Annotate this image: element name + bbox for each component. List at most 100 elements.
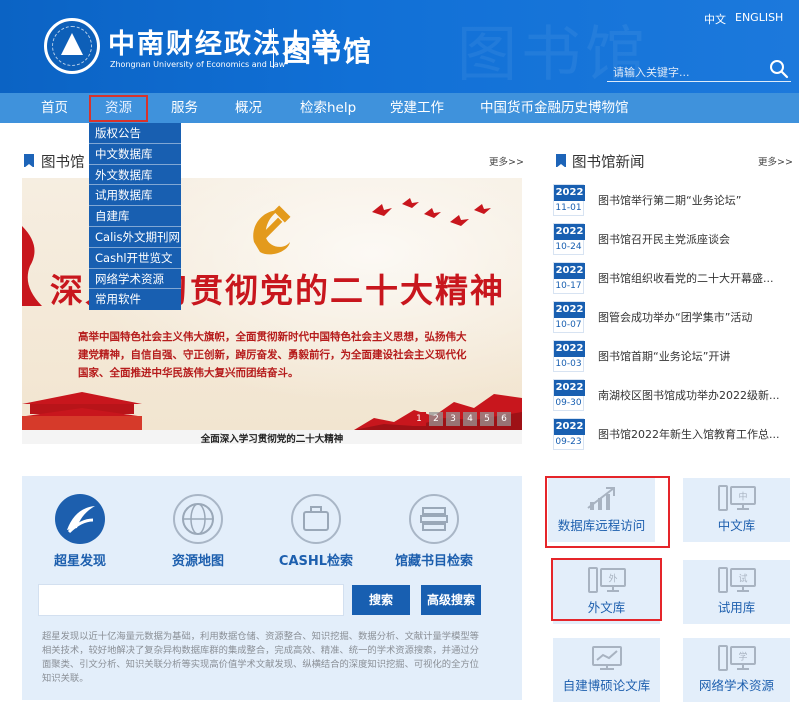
header-search (607, 60, 791, 82)
search-icon[interactable] (769, 58, 789, 80)
bookmark-icon (556, 154, 566, 168)
dropdown-item-software[interactable]: 常用软件 (89, 289, 181, 310)
news-year: 2022 (554, 419, 585, 435)
nav-item-museum[interactable]: 中国货币金融历史博物馆 (480, 93, 629, 123)
university-name-en: Zhongnan University of Economics and Law (110, 60, 286, 69)
dropdown-item-copyright[interactable]: 版权公告 (89, 123, 181, 144)
news-date: 2022 09-30 (553, 379, 585, 411)
tile-chinese-db[interactable]: 中 中文库 (683, 478, 790, 542)
computer-icon: 学 (717, 645, 756, 671)
nav-item-home[interactable]: 首页 (41, 93, 68, 123)
slide-caption[interactable]: 全面深入学习贯彻党的二十大精神 (22, 431, 522, 445)
tool-label: CASHL检索 (278, 554, 354, 569)
tile-label: 中文库 (717, 518, 756, 533)
news-month-day: 10-17 (555, 281, 582, 291)
news-title[interactable]: 图书馆举行第二期“业务论坛” (598, 192, 798, 208)
news-item[interactable]: 2022 11-01 图书馆举行第二期“业务论坛” (553, 184, 799, 216)
books-icon (409, 494, 459, 544)
news-month-day: 10-07 (555, 320, 582, 330)
news-title[interactable]: 南湖校区图书馆成功举办2022级新... (598, 387, 798, 403)
news-item[interactable]: 2022 10-07 图管会成功举办“团学集市”活动 (553, 301, 799, 333)
dropdown-item-web-academic[interactable]: 网络学术资源 (89, 269, 181, 290)
dropdown-item-calis[interactable]: Calis外文期刊网 (89, 227, 181, 248)
discovery-description: 超星发现以近十亿海量元数据为基础，利用数据仓储、资源整合、知识挖掘、数据分析、文… (42, 631, 479, 684)
news-date: 2022 10-24 (553, 223, 585, 255)
tool-label: 资源地图 (171, 554, 224, 569)
advanced-search-button[interactable]: 高级搜索 (421, 585, 481, 615)
dropdown-item-cashl[interactable]: Cashl开世览文 (89, 248, 181, 269)
chart-arrow-icon (586, 487, 615, 510)
news-date: 2022 10-17 (553, 262, 585, 294)
tool-label: 馆藏书目检索 (394, 554, 473, 569)
news-year: 2022 (554, 224, 585, 240)
resources-dropdown-menu: 版权公告 中文数据库 外文数据库 试用数据库 自建库 Calis外文期刊网 Ca… (89, 123, 181, 311)
site-header: 图书馆 中南财经政法大学 Zhongnan University of Econ… (0, 0, 799, 93)
news-year: 2022 (554, 341, 585, 357)
university-emblem-icon[interactable] (44, 18, 100, 74)
news-item[interactable]: 2022 10-24 图书馆召开民主党派座谈会 (553, 223, 799, 255)
news-more-link[interactable]: 更多>> (758, 154, 793, 168)
tool-resource-map[interactable]: 资源地图 (148, 494, 248, 569)
tile-thesis-db[interactable]: 自建博硕论文库 (553, 638, 660, 702)
news-title[interactable]: 图书馆组织收看党的二十大开幕盛... (598, 270, 798, 286)
header-search-input[interactable] (613, 64, 763, 80)
news-title[interactable]: 图书馆召开民主党派座谈会 (598, 231, 798, 247)
tile-badge: 外 (608, 573, 617, 585)
tool-catalog-search[interactable]: 馆藏书目检索 (384, 494, 484, 569)
news-year: 2022 (554, 302, 585, 318)
slide-page-2[interactable]: 2 (429, 412, 443, 426)
tool-chaoxing-discovery[interactable]: 超星发现 (30, 494, 130, 569)
news-month-day: 11-01 (555, 203, 582, 213)
news-item[interactable]: 2022 09-30 南湖校区图书馆成功举办2022级新... (553, 379, 799, 411)
lang-chinese-link[interactable]: 中文 (704, 11, 726, 27)
tile-label: 自建博硕论文库 (562, 678, 651, 693)
tile-remote-access[interactable]: 数据库远程访问 (548, 478, 655, 542)
dropdown-item-chinese-db[interactable]: 中文数据库 (89, 144, 181, 165)
feature-more-link[interactable]: 更多>> (489, 154, 524, 168)
tool-label: 超星发现 (53, 554, 106, 569)
news-title[interactable]: 图书馆首期“业务论坛”开讲 (598, 348, 798, 364)
news-month-day: 10-24 (555, 242, 582, 252)
tile-foreign-db[interactable]: 外 外文库 (553, 560, 660, 624)
news-month-day: 10-03 (555, 359, 582, 369)
hammer-sickle-icon (253, 205, 291, 255)
tile-badge: 试 (738, 573, 747, 585)
library-title[interactable]: 图书馆 (283, 30, 373, 70)
slide-page-6[interactable]: 6 (497, 412, 511, 426)
flag-ribbon-icon (22, 226, 42, 306)
computer-icon: 试 (717, 567, 756, 593)
search-button[interactable]: 搜索 (352, 585, 410, 615)
nav-item-overview[interactable]: 概况 (235, 93, 262, 123)
news-date: 2022 09-23 (553, 418, 585, 450)
news-title[interactable]: 图管会成功举办“团学集市”活动 (598, 309, 798, 325)
tile-label: 数据库远程访问 (557, 518, 646, 533)
nav-item-party-work[interactable]: 党建工作 (390, 93, 444, 123)
news-item[interactable]: 2022 10-17 图书馆组织收看党的二十大开幕盛... (553, 262, 799, 294)
birds-icon (372, 198, 491, 226)
dropdown-item-self-built-db[interactable]: 自建库 (89, 206, 181, 227)
tile-trial-db[interactable]: 试 试用库 (683, 560, 790, 624)
news-item[interactable]: 2022 09-23 图书馆2022年新生入馆教育工作总... (553, 418, 799, 450)
news-date: 2022 10-07 (553, 301, 585, 333)
dropdown-item-trial-db[interactable]: 试用数据库 (89, 185, 181, 207)
slide-page-4[interactable]: 4 (463, 412, 477, 426)
slide-page-1[interactable]: 1 (412, 412, 426, 426)
lang-english-link[interactable]: ENGLISH (735, 11, 783, 24)
tool-cashl-search[interactable]: CASHL检索 (266, 494, 366, 569)
news-title[interactable]: 图书馆2022年新生入馆教育工作总... (598, 426, 798, 442)
news-item[interactable]: 2022 10-03 图书馆首期“业务论坛”开讲 (553, 340, 799, 372)
tile-web-academic[interactable]: 学 网络学术资源 (683, 638, 790, 702)
briefcase-icon (291, 494, 341, 544)
dropdown-item-foreign-db[interactable]: 外文数据库 (89, 165, 181, 186)
nav-item-services[interactable]: 服务 (171, 93, 198, 123)
header-divider (273, 28, 274, 68)
feature-section-title: 图书馆 (41, 155, 85, 171)
nav-item-search-help[interactable]: 检索help (300, 93, 356, 123)
tile-label: 试用库 (717, 600, 756, 615)
slide-page-3[interactable]: 3 (446, 412, 460, 426)
tile-label: 外文库 (587, 600, 626, 615)
news-date: 2022 11-01 (553, 184, 585, 216)
computer-icon: 外 (587, 567, 626, 593)
discovery-search-input[interactable] (39, 585, 343, 615)
slide-page-5[interactable]: 5 (480, 412, 494, 426)
